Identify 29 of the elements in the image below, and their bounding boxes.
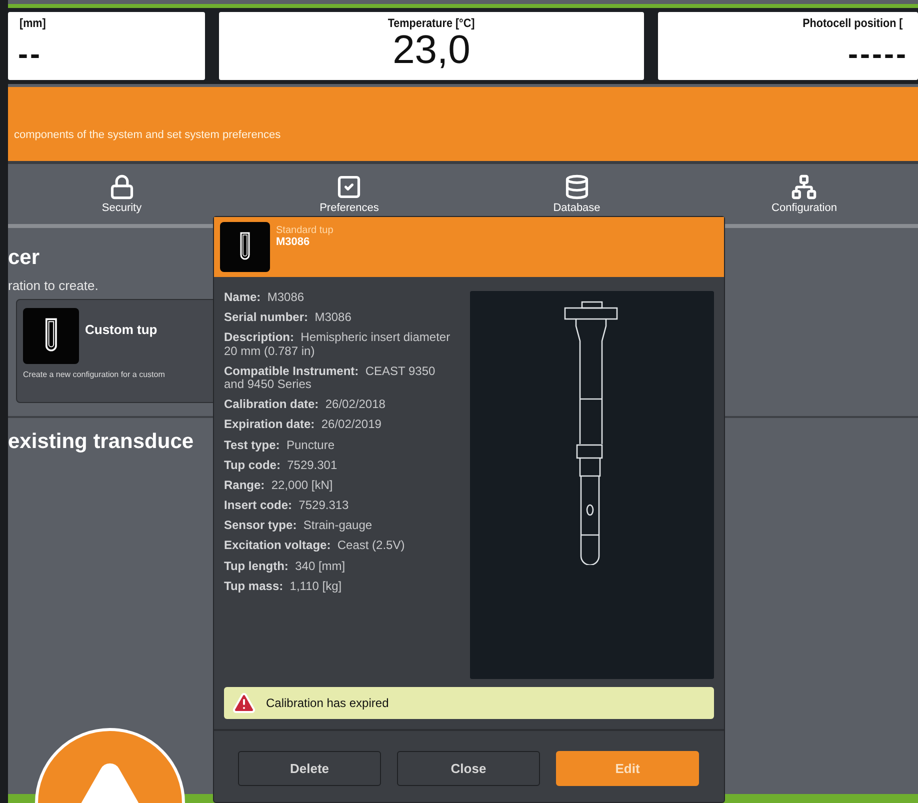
card-title: Custom tup bbox=[85, 322, 158, 339]
readout-label: Temperature [°C] bbox=[388, 16, 475, 30]
readout-value: 23,0 bbox=[392, 30, 470, 70]
section-title: cer bbox=[8, 246, 40, 270]
property-text: Serial number: M3086 bbox=[224, 311, 352, 324]
property-text: Sensor type: Strain-gauge bbox=[224, 519, 372, 532]
property-text: Insert code: 7529.313 bbox=[224, 499, 349, 512]
banner-text: components of the system and set system preferences bbox=[14, 129, 281, 141]
alert-text: Calibration has expired bbox=[266, 696, 389, 710]
readout-value: ----- bbox=[848, 40, 908, 70]
section-title: existing transduce bbox=[8, 430, 194, 454]
property-text: Tup mass: 1,110 [kg] bbox=[224, 580, 342, 593]
property-text: Name: M3086 bbox=[224, 291, 304, 304]
dialog-category: Standard tup bbox=[276, 225, 334, 236]
property-text: Expiration date: 26/02/2019 bbox=[224, 418, 382, 432]
readout-label: [mm] bbox=[19, 16, 46, 30]
property-text: Excitation voltage: Ceast (2.5V) bbox=[224, 539, 405, 553]
property-text: Compatible Instrument: CEAST 9350 and 9450 Series bbox=[224, 364, 436, 392]
property-text: Description: Hemispheric insert diameter 20 mm (0.787 in) bbox=[224, 331, 452, 358]
property-text: Tup code: 7529.301 bbox=[224, 458, 338, 472]
property-text: Test type: Puncture bbox=[224, 438, 334, 452]
property-text: Tup length: 340 [mm] bbox=[224, 560, 346, 573]
property-text: Calibration date: 26/02/2018 bbox=[224, 398, 386, 412]
dialog-title: M3086 bbox=[276, 236, 311, 248]
section-subtitle: ration to create. bbox=[8, 278, 100, 293]
card-description: Create a new configuration for a custom bbox=[23, 370, 166, 379]
readout-value: -- bbox=[18, 40, 42, 70]
property-text: Range: 22,000 [kN] bbox=[224, 478, 333, 492]
readout-label: Photocell position [ bbox=[802, 16, 902, 30]
